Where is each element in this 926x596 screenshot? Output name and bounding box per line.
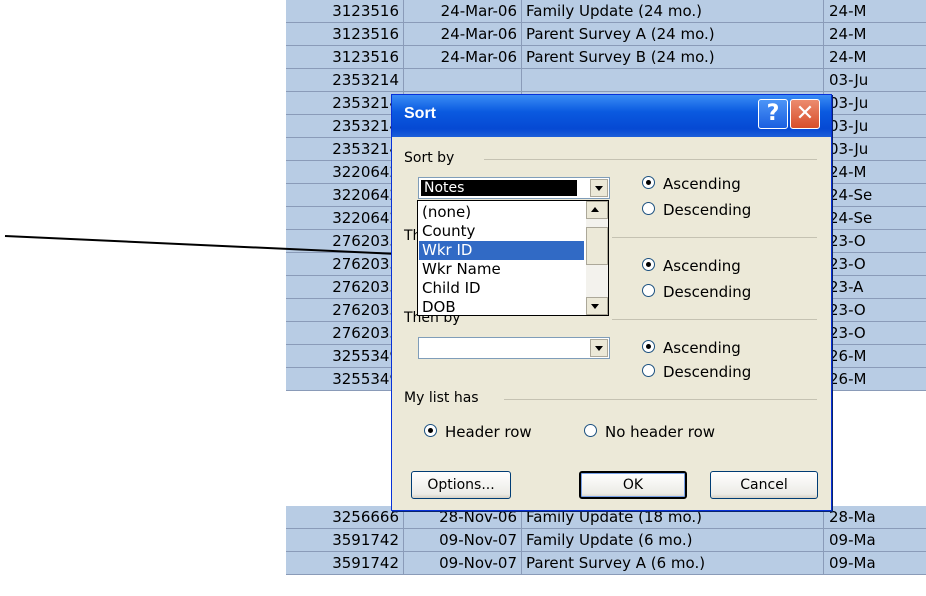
radio-label: Ascending	[663, 175, 741, 193]
close-button[interactable]: ✕	[790, 99, 820, 129]
then-by-2-combo[interactable]	[418, 337, 610, 359]
help-icon: ?	[766, 101, 780, 126]
radio-indicator	[424, 424, 437, 437]
radio-label: Descending	[663, 283, 752, 301]
group-divider	[612, 237, 817, 238]
chevron-down-icon	[595, 186, 603, 191]
radio-indicator	[642, 340, 655, 353]
then-by-1-ascending-radio[interactable]: Ascending	[642, 257, 741, 275]
help-button[interactable]: ?	[758, 99, 788, 129]
list-item[interactable]: (none)	[419, 203, 584, 222]
scroll-down-button[interactable]	[586, 297, 608, 315]
list-item[interactable]: Wkr Name	[419, 260, 584, 279]
close-icon: ✕	[795, 101, 815, 126]
then-by-2-ascending-radio[interactable]: Ascending	[642, 339, 741, 357]
list-item[interactable]: County	[419, 222, 584, 241]
ok-button[interactable]: OK	[579, 471, 687, 499]
my-list-has-label: My list has	[404, 390, 479, 406]
dialog-title: Sort	[404, 105, 436, 122]
then-by-1-descending-radio[interactable]: Descending	[642, 283, 751, 301]
cancel-button[interactable]: Cancel	[710, 471, 818, 499]
list-item[interactable]: Child ID	[419, 279, 584, 298]
radio-indicator	[642, 284, 655, 297]
then-by-2-descending-radio[interactable]: Descending	[642, 363, 751, 381]
radio-label: Ascending	[663, 339, 741, 357]
sort-by-descending-radio[interactable]: Descending	[642, 201, 751, 219]
chevron-down-icon	[591, 304, 599, 309]
sort-by-value: Notes	[421, 180, 577, 196]
scroll-thumb[interactable]	[586, 227, 608, 265]
group-divider	[504, 399, 817, 400]
chevron-up-icon	[591, 207, 599, 212]
radio-indicator	[642, 202, 655, 215]
radio-indicator	[584, 424, 597, 437]
list-item[interactable]: DOB	[419, 298, 584, 315]
arrow-shaft	[4, 235, 399, 255]
radio-label: Header row	[445, 423, 532, 441]
header-row-radio[interactable]: Header row	[424, 423, 532, 441]
chevron-down-icon	[595, 346, 603, 351]
radio-label: Descending	[663, 201, 752, 219]
list-scrollbar[interactable]	[586, 201, 608, 315]
radio-indicator	[642, 176, 655, 189]
group-divider	[612, 319, 817, 320]
sort-by-combo[interactable]: Notes	[418, 177, 610, 199]
then-by-2-dropdown-button[interactable]	[590, 339, 608, 357]
sort-by-label: Sort by	[404, 150, 455, 166]
no-header-row-radio[interactable]: No header row	[584, 423, 715, 441]
sort-by-ascending-radio[interactable]: Ascending	[642, 175, 741, 193]
sort-by-dropdown-list[interactable]: (none) County Wkr ID Wkr Name Child ID D…	[417, 200, 609, 316]
radio-indicator	[642, 258, 655, 271]
radio-indicator	[642, 364, 655, 377]
scroll-up-button[interactable]	[586, 201, 608, 219]
radio-label: Ascending	[663, 257, 741, 275]
then-by-2-value	[421, 340, 427, 356]
radio-label: No header row	[605, 423, 716, 441]
dialog-title-bar[interactable]: Sort ? ✕	[392, 95, 831, 137]
group-divider	[484, 159, 817, 160]
list-item-highlighted[interactable]: Wkr ID	[419, 241, 584, 260]
radio-label: Descending	[663, 363, 752, 381]
options-button[interactable]: Options...	[411, 471, 511, 499]
sort-by-dropdown-button[interactable]	[590, 179, 608, 197]
